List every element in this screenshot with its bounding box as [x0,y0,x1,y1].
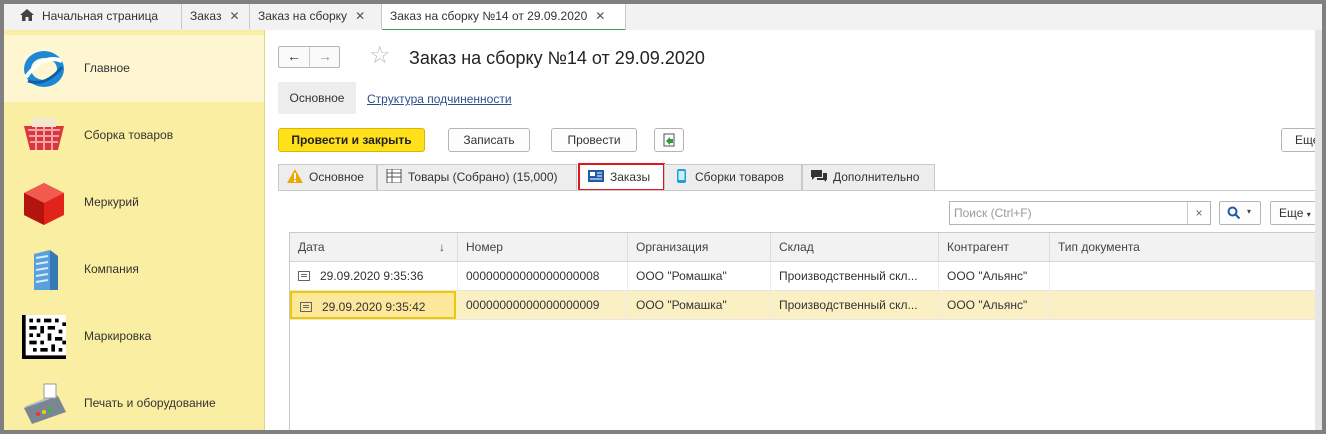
sidebar-item-printing[interactable]: Печать и оборудование [4,370,264,430]
datamatrix-icon [22,315,66,359]
app-window: Начальная страница Заказ ✕ Заказ на сборк… [4,4,1322,430]
save-button[interactable]: Записать [448,128,530,152]
chat-icon [811,170,827,182]
sidebar-item-label: Печать и оборудование [84,396,216,410]
column-header-organization[interactable]: Организация [628,233,771,261]
sidebar-item-company[interactable]: Компания [4,236,264,303]
cell-number: 00000000000000000008 [458,262,628,290]
chevron-down-icon: ▾ [1306,210,1311,219]
cell-organization: ООО "Ромашка" [628,262,771,290]
top-tab-order[interactable]: Заказ ✕ [182,4,250,29]
tab-goods[interactable]: Товары (Собрано) (15,000) [377,164,577,190]
cell-warehouse: Производственный скл... [771,291,939,319]
cell-warehouse: Производственный скл... [771,262,939,290]
top-tab-label: Заказ [190,9,222,23]
search-input[interactable]: Поиск (Ctrl+F) × [949,201,1211,225]
tab-label: Заказы [610,170,651,184]
top-tab-assembly-order-14[interactable]: Заказ на сборку №14 от 29.09.2020 ✕ [382,4,626,31]
favorite-star-icon[interactable]: ☆ [369,44,391,68]
sidebar-item-assembly[interactable]: Сборка товаров [4,102,264,169]
tabs-divider [278,190,1322,191]
section-hierarchy-link[interactable]: Структура подчиненности [367,92,512,106]
sidebar-item-main[interactable]: Главное [4,35,264,102]
back-arrow-icon[interactable]: ← [279,47,310,67]
table-row[interactable]: 29.09.2020 9:35:36 00000000000000000008 … [290,262,1322,291]
post-and-close-button[interactable]: Провести и закрыть [278,128,425,152]
cell-date-value: 29.09.2020 9:35:36 [320,269,424,283]
chevron-down-icon: ▾ [1247,207,1252,216]
cell-date: 29.09.2020 9:35:36 [290,262,458,290]
top-tab-label: Заказ на сборку [258,9,348,23]
table-header: Дата ↓ Номер Организация Склад Контрагент… [290,233,1322,262]
column-header-doc-type[interactable]: Тип документа [1050,233,1322,261]
top-tab-assembly-order[interactable]: Заказ на сборку ✕ [250,4,382,29]
sidebar-item-mercury[interactable]: Меркурий [4,169,264,236]
sidebar: Главное Сборка товаров Меркурий Компания… [4,30,265,430]
sort-desc-icon: ↓ [439,240,445,254]
warning-icon [287,169,303,183]
search-button[interactable]: ▾ [1219,201,1261,225]
document-icon [300,302,312,312]
close-icon[interactable]: ✕ [229,9,239,23]
column-header-date[interactable]: Дата ↓ [290,233,458,261]
list-more-label: Еще [1279,206,1304,220]
clear-search-icon[interactable]: × [1187,202,1210,224]
section-main-tab[interactable]: Основное [278,82,356,114]
vertical-scrollbar[interactable] [1315,30,1322,430]
sidebar-item-marking[interactable]: Маркировка [4,303,264,370]
post-button[interactable]: Провести [551,128,637,152]
history-nav: ← → [278,46,340,68]
tab-label: Дополнительно [833,170,920,184]
top-tab-label: Начальная страница [42,9,159,23]
cell-number: 00000000000000000009 [458,291,628,319]
column-header-warehouse[interactable]: Склад [771,233,939,261]
cube-icon [24,183,64,225]
search-placeholder: Поиск (Ctrl+F) [954,206,1032,220]
close-icon[interactable]: ✕ [355,9,365,23]
tab-label: Сборки товаров [695,170,784,184]
tab-orders[interactable]: Заказы [578,163,665,191]
document-form: ← → ☆ Заказ на сборку №14 от 29.09.2020 … [265,30,1322,430]
table-row[interactable]: 29.09.2020 9:35:42 00000000000000000009 … [290,291,1322,320]
tab-main[interactable]: Основное [278,164,377,190]
top-tab-home[interactable]: Начальная страница [12,4,182,29]
sidebar-item-label: Главное [84,61,130,75]
orders-table: Дата ↓ Номер Организация Склад Контрагент… [289,232,1322,430]
close-icon[interactable]: ✕ [595,9,605,23]
sidebar-item-label: Сборка товаров [84,128,174,142]
cell-counterparty: ООО "Альянс" [939,262,1050,290]
search-icon [1227,206,1241,220]
cell-date-value: 29.09.2020 9:35:42 [322,300,426,314]
create-based-on-icon [663,133,675,147]
phone-icon [677,169,686,183]
home-icon [20,9,34,21]
create-based-on-button[interactable] [654,128,684,152]
pos-terminal-icon [24,383,66,424]
column-header-label: Дата [298,240,325,254]
main-logo-icon [24,51,64,87]
column-header-counterparty[interactable]: Контрагент [939,233,1050,261]
orders-icon [588,170,604,182]
cell-counterparty: ООО "Альянс" [939,291,1050,319]
basket-icon [24,118,64,150]
tab-label: Товары (Собрано) (15,000) [408,170,558,184]
cell-date: 29.09.2020 9:35:42 [290,291,456,319]
sidebar-item-label: Маркировка [84,329,152,343]
forward-arrow-icon[interactable]: → [310,47,340,67]
top-tab-label: Заказ на сборку №14 от 29.09.2020 [390,9,588,23]
cell-organization: ООО "Ромашка" [628,291,771,319]
tab-additional[interactable]: Дополнительно [802,164,935,190]
tab-assemblies[interactable]: Сборки товаров [664,164,802,190]
cell-doc-type [1050,262,1322,290]
document-icon [298,271,310,281]
page-title: Заказ на сборку №14 от 29.09.2020 [409,48,705,68]
column-header-number[interactable]: Номер [458,233,628,261]
table-icon [386,169,402,183]
top-tab-bar: Начальная страница Заказ ✕ Заказ на сборк… [4,4,1322,31]
cell-doc-type [1050,291,1322,319]
sidebar-item-label: Меркурий [84,195,139,209]
tab-label: Основное [309,170,364,184]
building-icon [34,250,58,290]
sidebar-item-label: Компания [84,262,139,276]
